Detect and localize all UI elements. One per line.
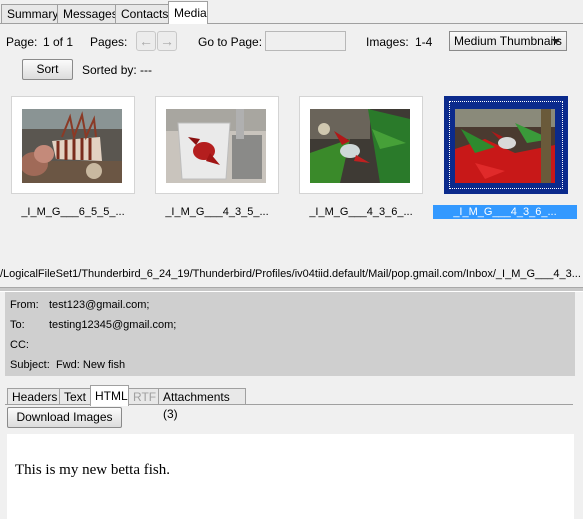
sort-button[interactable]: Sort: [22, 59, 73, 80]
to-label: To:: [10, 319, 25, 331]
sorted-by-label: Sorted by: ---: [82, 63, 153, 77]
message-header-panel: From: test123@gmail.com; To: testing1234…: [5, 292, 575, 376]
tab-rtf: RTF: [128, 388, 159, 405]
tab-text[interactable]: Text: [59, 388, 91, 405]
goto-page-input[interactable]: [265, 31, 346, 51]
chevron-down-icon: [552, 39, 560, 44]
thumbnail-3[interactable]: [299, 96, 423, 194]
pages-label: Pages:: [90, 35, 128, 49]
to-value: testing12345@gmail.com;: [49, 319, 177, 331]
message-body-text: This is my new betta fish.: [15, 462, 170, 478]
goto-page-label: Go to Page:: [198, 35, 263, 49]
tabs-divider: [0, 23, 583, 24]
thumbnail-1-label[interactable]: _I_M_G___6_5_5_...: [1, 205, 145, 219]
tab-contacts[interactable]: Contacts: [115, 4, 169, 23]
thumbnail-image: [455, 109, 555, 183]
cc-label: CC:: [10, 339, 29, 351]
page-label: Page:: [6, 35, 38, 49]
tab-headers[interactable]: Headers: [7, 388, 60, 405]
thumbnail-4-label[interactable]: _I_M_G___4_3_6_...: [433, 205, 577, 219]
thumbnail-image: [22, 109, 122, 183]
from-value: test123@gmail.com;: [49, 299, 150, 311]
prev-page-button[interactable]: ←: [136, 31, 156, 51]
file-path: /LogicalFileSet1/Thunderbird_6_24_19/Thu…: [0, 268, 581, 280]
subject-value: Fwd: New fish: [56, 359, 126, 371]
thumbnail-image: [310, 109, 410, 183]
download-images-button[interactable]: Download Images: [7, 407, 122, 428]
tab-html[interactable]: HTML: [90, 385, 129, 406]
thumbnail-size-value: Medium Thumbnails: [454, 34, 562, 48]
tab-attachments[interactable]: Attachments (3): [158, 388, 246, 421]
thumbnail-2-label[interactable]: _I_M_G___4_3_5_...: [145, 205, 289, 219]
page-value: 1 of 1: [43, 35, 74, 49]
images-label: Images:: [366, 35, 409, 49]
thumbnail-2[interactable]: [155, 96, 279, 194]
thumbnail-1[interactable]: [11, 96, 135, 194]
thumbnail-4[interactable]: [444, 96, 568, 194]
next-page-button[interactable]: →: [157, 31, 177, 51]
arrow-right-icon: →: [160, 33, 174, 49]
tab-summary[interactable]: Summary: [1, 4, 58, 23]
thumbnail-image: [166, 109, 266, 183]
from-label: From:: [10, 299, 39, 311]
message-body: This is my new betta fish.: [7, 434, 574, 519]
subject-label: Subject:: [10, 359, 50, 371]
arrow-left-icon: ←: [139, 33, 153, 49]
thumbnail-size-select[interactable]: Medium Thumbnails: [449, 31, 567, 51]
viewer-tabs: Summary Messages Contacts Media: [0, 0, 583, 24]
images-value: 1-4: [415, 35, 433, 49]
thumbnail-3-label[interactable]: _I_M_G___4_3_6_...: [289, 205, 433, 219]
tab-media[interactable]: Media: [168, 1, 208, 24]
tab-messages[interactable]: Messages: [57, 4, 118, 23]
